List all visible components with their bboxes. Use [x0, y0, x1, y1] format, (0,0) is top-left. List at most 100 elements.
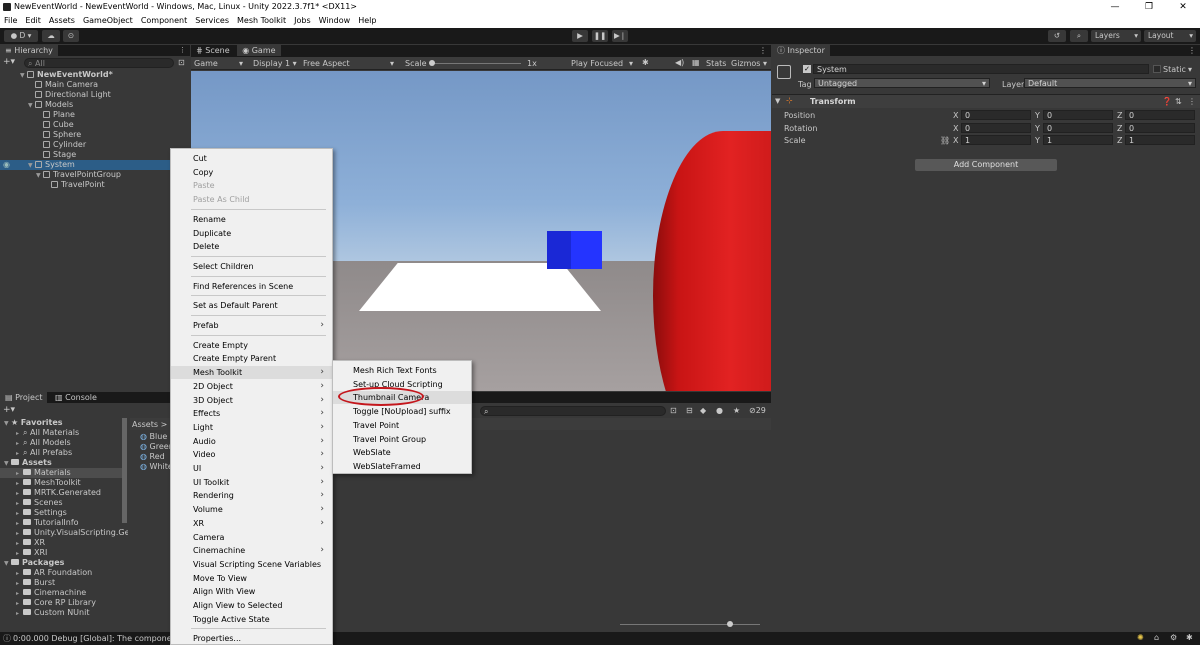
gizmos-dropdown[interactable]: Gizmos ▾	[731, 59, 767, 68]
hierarchy-row[interactable]: Plane	[0, 110, 190, 120]
game-mode-dropdown[interactable]: Game	[194, 59, 218, 68]
favorites-item[interactable]: ▸ ⌕ All Prefabs	[0, 448, 122, 458]
layers-dropdown[interactable]: Layers ▾	[1091, 30, 1141, 42]
preset-icon[interactable]: ⇅	[1175, 97, 1182, 106]
help-icon[interactable]: ❓	[1162, 97, 1172, 106]
cache-icon[interactable]: ⌂	[1154, 633, 1159, 642]
position-z-field[interactable]: 0	[1125, 110, 1195, 120]
context-menu-item[interactable]: Move To View	[171, 572, 332, 585]
zoom-slider-handle[interactable]	[727, 621, 733, 627]
tab-project[interactable]: ▤ Project	[0, 392, 48, 403]
chevron-down-icon[interactable]: ▾	[1188, 65, 1192, 74]
assets-folder[interactable]: ▸ MeshToolkit	[0, 478, 122, 488]
layout-dropdown[interactable]: Layout ▾	[1144, 30, 1196, 42]
account-button[interactable]: ● D ▾	[4, 30, 38, 42]
assets-folder[interactable]: ▸ XR	[0, 538, 122, 548]
rotation-z-field[interactable]: 0	[1125, 122, 1195, 133]
cloud-icon[interactable]: ☁	[42, 30, 60, 42]
more-icon[interactable]: ⋮	[1188, 97, 1196, 106]
tab-console[interactable]: ▥ Console	[50, 392, 102, 403]
package-folder[interactable]: ▸ AR Foundation	[0, 568, 122, 578]
context-menu-item[interactable]: Audio ›	[171, 435, 332, 448]
rotation-x-field[interactable]: 0	[961, 122, 1031, 133]
minimize-button[interactable]: —	[1098, 0, 1132, 14]
context-menu-item[interactable]: 3D Object ›	[171, 394, 332, 407]
submenu-item[interactable]: Travel Point Group	[333, 433, 471, 446]
lighting-icon[interactable]: ✺	[1137, 633, 1144, 642]
context-menu-item[interactable]: Cinemachine ›	[171, 544, 332, 557]
package-folder[interactable]: ▸ Core RP Library	[0, 598, 122, 608]
context-menu-item[interactable]: Visual Scripting Scene Variables	[171, 558, 332, 571]
context-menu-item[interactable]: Create Empty	[171, 339, 332, 352]
hidden-count[interactable]: ⊘29	[749, 406, 766, 415]
hierarchy-row[interactable]: Sphere	[0, 130, 190, 140]
assets-folder[interactable]: ▸ TutorialInfo	[0, 518, 122, 528]
context-menu-item[interactable]: Align View to Selected	[171, 599, 332, 612]
more-icon[interactable]: ⋮	[179, 46, 186, 54]
package-folder[interactable]: ▸ Custom NUnit	[0, 608, 122, 618]
context-menu-item[interactable]: Effects ›	[171, 407, 332, 420]
package-folder[interactable]: ▸ Burst	[0, 578, 122, 588]
favorites-header[interactable]: ▼ ★ Favorites	[0, 418, 122, 428]
context-menu-item[interactable]: Cut	[171, 152, 332, 165]
material-item[interactable]: ◍ Blue	[140, 432, 167, 442]
filter-icon[interactable]: ⊡	[670, 406, 677, 415]
assets-folder[interactable]: ▸ Settings	[0, 508, 122, 518]
submenu-item[interactable]: Mesh Rich Text Fonts	[333, 364, 471, 377]
active-checkbox[interactable]: ✓	[803, 65, 811, 73]
zoom-slider[interactable]	[620, 624, 760, 625]
context-menu-item[interactable]: Toggle Active State	[171, 613, 332, 626]
package-folder[interactable]: ▸ Cinemachine	[0, 588, 122, 598]
submenu-item[interactable]: WebSlateFramed	[333, 460, 471, 473]
context-menu-item[interactable]: Duplicate	[171, 227, 332, 240]
close-button[interactable]: ✕	[1166, 0, 1200, 14]
hierarchy-row[interactable]: ▼ Models	[0, 100, 190, 110]
hierarchy-row[interactable]: TravelPoint	[0, 180, 190, 190]
hierarchy-row[interactable]: Main Camera	[0, 80, 190, 90]
hierarchy-row[interactable]: ▼ NewEventWorld*	[0, 70, 190, 80]
context-menu-item[interactable]: Rendering ›	[171, 489, 332, 502]
tab-game[interactable]: ◉ Game	[237, 45, 281, 56]
scale-z-field[interactable]: 1	[1125, 135, 1195, 145]
assets-folder[interactable]: ▸Unity.VisualScripting.Gene	[0, 528, 128, 538]
position-y-field[interactable]: 0	[1043, 110, 1113, 120]
more-icon[interactable]: ⋮	[1188, 46, 1196, 55]
context-menu-item[interactable]: Mesh Toolkit ›	[171, 366, 332, 380]
scrollbar[interactable]	[122, 418, 127, 523]
play-icon[interactable]: ▶	[572, 30, 588, 42]
context-menu-item[interactable]: Prefab ›	[171, 319, 332, 332]
position-x-field[interactable]: 0	[961, 110, 1031, 120]
step-icon[interactable]: ▶❘	[612, 30, 628, 42]
pause-icon[interactable]: ❚❚	[592, 30, 608, 42]
display-dropdown[interactable]: Display 1 ▾	[253, 59, 297, 68]
tab-inspector[interactable]: ⓘ Inspector	[772, 45, 830, 56]
label-icon[interactable]: ⊟	[686, 406, 693, 415]
tab-scene[interactable]: ⋕ Scene	[191, 45, 235, 56]
tag-icon[interactable]: ◆	[700, 406, 706, 415]
hierarchy-row[interactable]: ▼ TravelPointGroup	[0, 170, 190, 180]
layer-dropdown[interactable]: Default ▾	[1024, 78, 1196, 88]
visibility-icon[interactable]: ◉	[3, 160, 10, 170]
gear-icon[interactable]: ⚙	[1170, 633, 1177, 642]
hierarchy-row[interactable]: Cube	[0, 120, 190, 130]
material-item[interactable]: ◍ White	[140, 462, 173, 472]
scene-search-icon[interactable]: ⊡	[178, 58, 185, 67]
audio-icon[interactable]: ◀)	[675, 58, 684, 67]
status-message[interactable]: 0:00.000 Debug [Global]: The component T…	[13, 634, 189, 643]
project-search-input[interactable]: ⌕	[480, 406, 666, 416]
more-icon[interactable]: ⋮	[759, 46, 767, 55]
add-component-button[interactable]: Add Component	[915, 159, 1057, 171]
context-menu-item[interactable]: Create Empty Parent	[171, 352, 332, 365]
add-icon[interactable]: +▾	[3, 405, 15, 415]
hierarchy-row[interactable]: Cylinder	[0, 140, 190, 150]
context-menu-item[interactable]: Video ›	[171, 448, 332, 461]
context-menu-item[interactable]: Select Children	[171, 260, 332, 273]
menu-services[interactable]: Services	[195, 14, 229, 28]
submenu-item[interactable]: Travel Point	[333, 419, 471, 432]
history-icon[interactable]: ↺	[1048, 30, 1066, 42]
favorites-item[interactable]: ▸ ⌕ All Materials	[0, 428, 122, 438]
collapse-arrow-icon[interactable]: ▸	[16, 609, 23, 619]
material-item[interactable]: ◍ Green	[140, 442, 174, 452]
scale-slider-handle[interactable]	[429, 60, 435, 66]
add-icon[interactable]: +▾	[3, 58, 17, 68]
